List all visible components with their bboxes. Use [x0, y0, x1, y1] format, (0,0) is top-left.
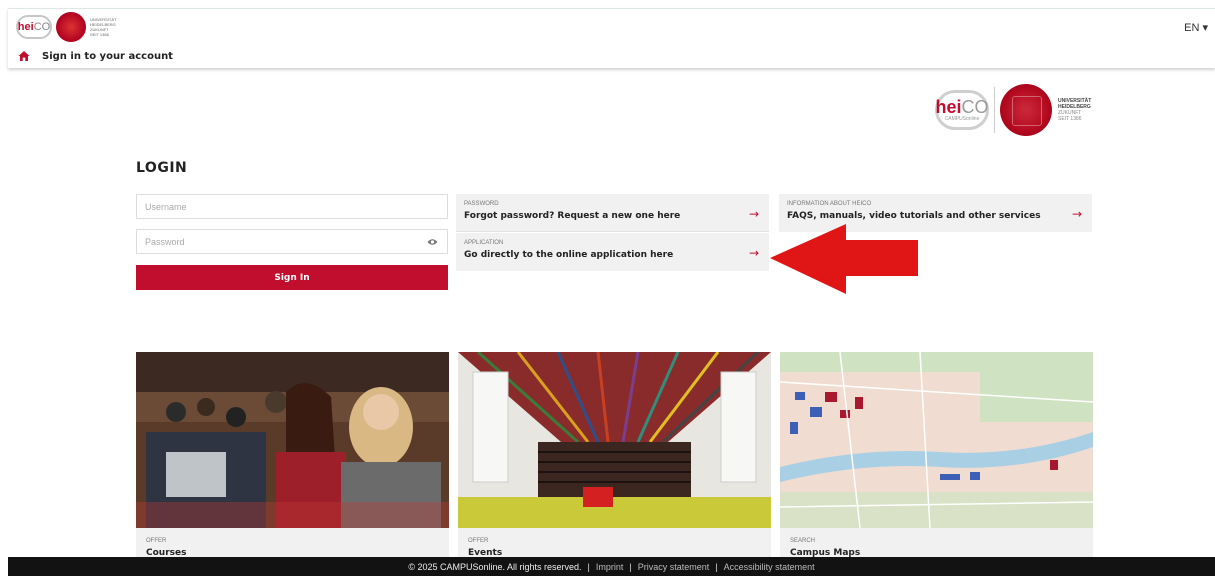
footer-imprint-link[interactable]: Imprint [596, 562, 624, 572]
footer-separator: | [715, 561, 718, 572]
language-selector[interactable]: EN ▾ [1184, 21, 1208, 34]
arrow-right-icon[interactable]: → [749, 207, 759, 221]
campus-maps-image[interactable] [780, 352, 1093, 528]
heico-logo-text-co: CO [33, 21, 51, 33]
university-seal-small [56, 12, 86, 42]
card-text: FAQS, manuals, video tutorials and other… [787, 211, 1041, 221]
card-category: PASSWORD [464, 201, 499, 207]
username-input[interactable] [145, 201, 439, 212]
footer-separator: | [629, 561, 632, 572]
footer-copyright: © 2025 CAMPUSonline. All rights reserved… [408, 561, 582, 572]
sign-in-button[interactable]: Sign In [136, 265, 448, 290]
tile-category: OFFER [146, 538, 167, 544]
red-arrow-annotation [770, 224, 918, 294]
breadcrumb-current: Sign in to your account [42, 50, 173, 62]
campus-maps-tile-label[interactable]: SEARCH Campus Maps [780, 528, 1093, 558]
forgot-password-card[interactable]: PASSWORD Forgot password? Request a new … [456, 194, 769, 232]
password-input[interactable] [145, 236, 439, 247]
eye-icon[interactable] [427, 238, 438, 246]
tile-category: SEARCH [790, 538, 816, 544]
courses-image[interactable] [136, 352, 449, 528]
footer: © 2025 CAMPUSonline. All rights reserved… [8, 557, 1215, 576]
card-text: Go directly to the online application he… [464, 250, 674, 260]
card-text: Forgot password? Request a new one here [464, 211, 681, 221]
breadcrumb: Sign in to your account [18, 50, 173, 62]
username-field[interactable] [136, 194, 448, 219]
events-tile-label[interactable]: OFFER Events [458, 528, 771, 558]
courses-tile-label[interactable]: OFFER Courses [136, 528, 449, 558]
page: hei CO UNIVERSITÄT HEIDELBERG ZUKUNFT SEI… [0, 0, 1215, 576]
tile-category: OFFER [468, 538, 489, 544]
university-seal [1000, 84, 1052, 136]
university-name: UNIVERSITÄT HEIDELBERG ZUKUNFT SEIT 1386 [1058, 98, 1091, 122]
arrow-right-icon[interactable]: → [1072, 207, 1082, 221]
arrow-right-icon[interactable]: → [749, 246, 759, 260]
logo-divider [994, 87, 995, 133]
card-category: INFORMATION ABOUT HEICO [787, 201, 872, 207]
home-icon[interactable] [18, 50, 30, 62]
heico-logo: heiCO CAMPUSonline [935, 90, 989, 130]
uni-line-4: SEIT 1386 [1058, 116, 1082, 122]
top-header: hei CO UNIVERSITÄT HEIDELBERG ZUKUNFT SEI… [8, 8, 1215, 68]
campusonline-text: CAMPUSonline [944, 116, 980, 122]
header-logo[interactable]: hei CO UNIVERSITÄT HEIDELBERG ZUKUNFT SEI… [16, 12, 116, 42]
events-image[interactable] [458, 352, 771, 528]
footer-separator: | [587, 561, 590, 572]
card-category: APPLICATION [464, 240, 504, 246]
footer-accessibility-link[interactable]: Accessibility statement [724, 562, 815, 572]
university-name-small: UNIVERSITÄT HEIDELBERG ZUKUNFT SEIT 1386 [90, 17, 117, 37]
footer-privacy-link[interactable]: Privacy statement [638, 562, 710, 572]
heico-logo-text: hei [17, 21, 34, 33]
heico-text: hei [935, 97, 962, 117]
online-application-card[interactable]: APPLICATION Go directly to the online ap… [456, 233, 769, 271]
password-field[interactable] [136, 229, 448, 254]
heico-university-logo: heiCO CAMPUSonline UNIVERSITÄT HEIDELBER… [935, 84, 1091, 136]
heico-logo-small: hei CO [16, 15, 52, 39]
login-title: LOGIN [136, 160, 188, 176]
heico-text-co: CO [961, 97, 989, 117]
